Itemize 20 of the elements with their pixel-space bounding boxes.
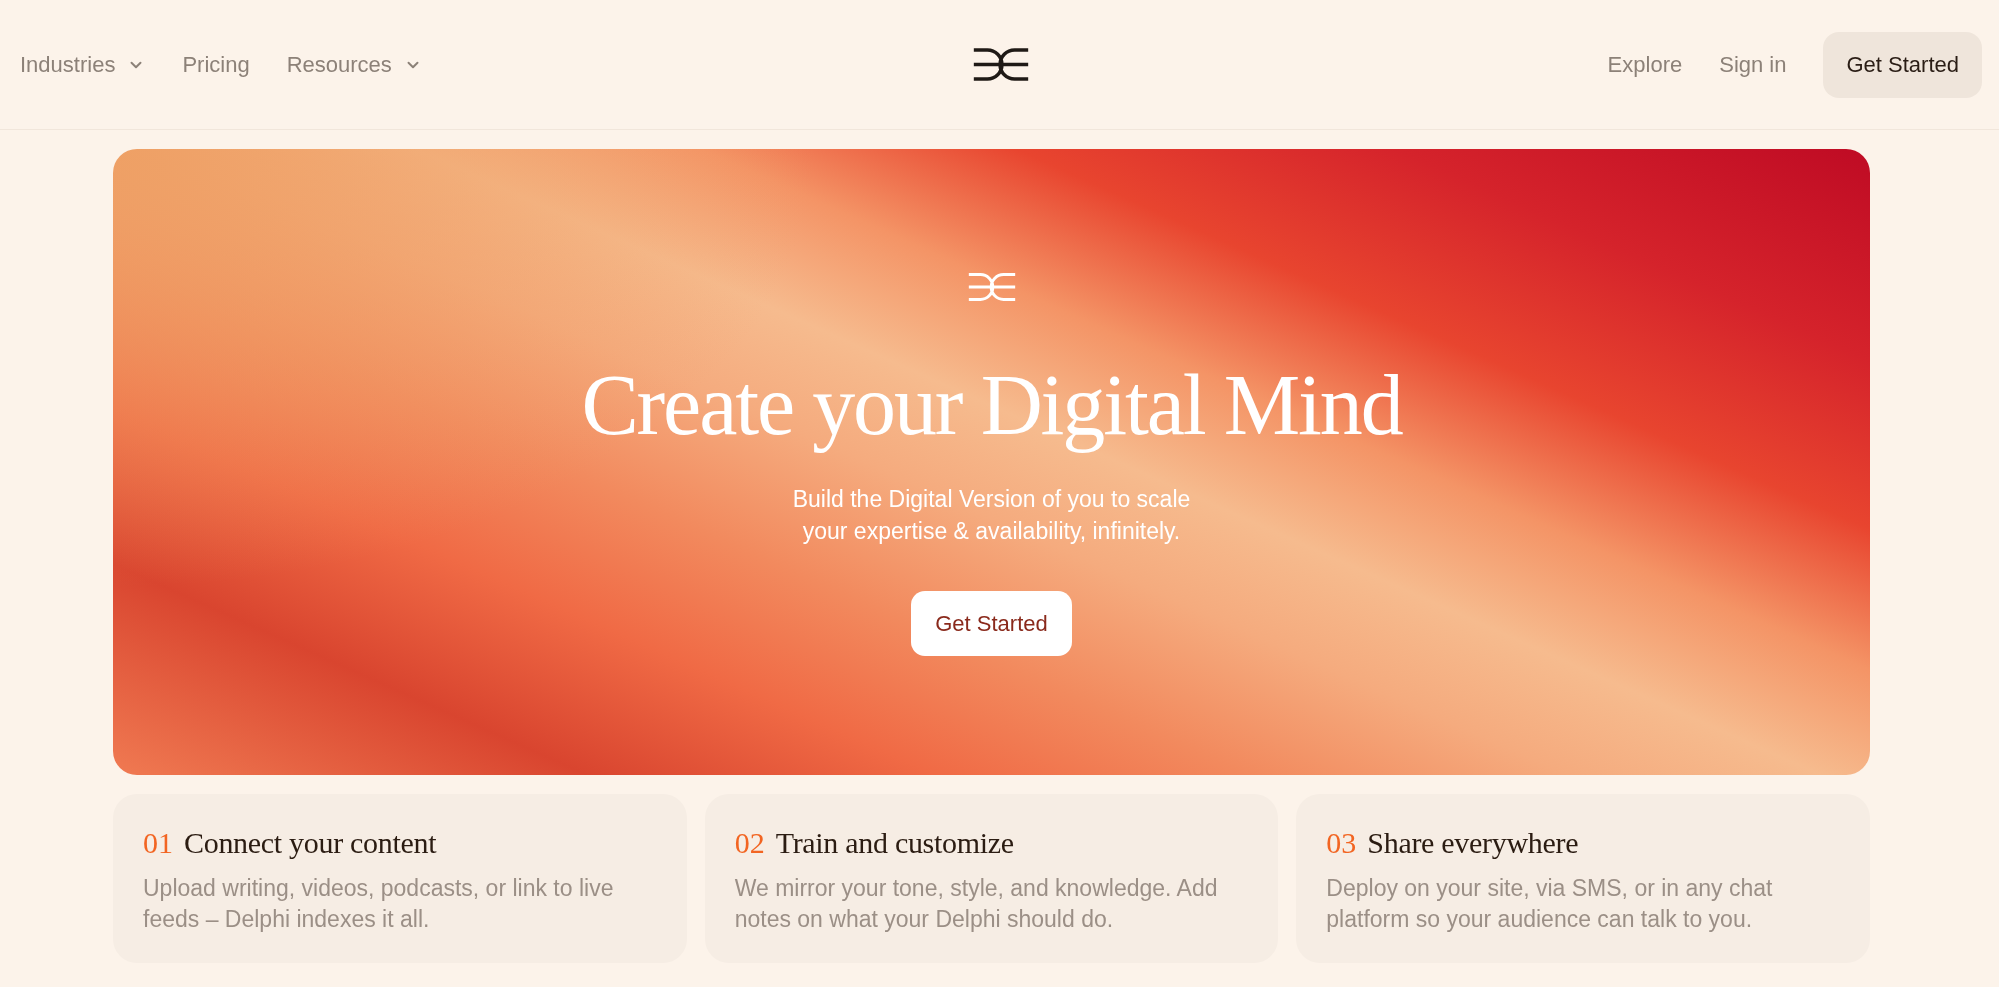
step-number: 01 xyxy=(143,825,173,861)
step-number: 03 xyxy=(1326,825,1357,861)
nav-dropdown[interactable]: Resources xyxy=(286,48,422,81)
step-description: Deploy on your site, via SMS, or in any chat platform so your audience can talk to you. xyxy=(1326,874,1774,934)
step-description: Upload writing, videos, podcasts, or link to live feeds – Delphi indexes it all. xyxy=(143,874,615,934)
nav-link[interactable]: Pricing xyxy=(182,48,250,81)
logo-icon xyxy=(972,48,1030,81)
step-number: 02 xyxy=(734,825,765,861)
step-title: Connect your content xyxy=(184,825,437,861)
step-title: Share everywhere xyxy=(1367,825,1579,861)
hero-title: Create your Digital Mind xyxy=(581,358,1402,453)
nav-link[interactable]: Explore xyxy=(1607,48,1683,81)
get-started-button[interactable]: Get Started xyxy=(911,590,1072,656)
logo-icon xyxy=(967,271,1016,303)
step-title: Train and customize xyxy=(775,825,1014,861)
step-description: We mirror your tone, style, and knowledge. Add notes on what your Delphi should do. xyxy=(734,874,1219,934)
hero-subtitle: Build the Digital Version of you to scale your expertise & availability, infinitely. xyxy=(791,484,1192,546)
nav-link[interactable]: Sign in xyxy=(1719,48,1787,81)
get-started-button[interactable]: Get Started xyxy=(1823,31,1982,98)
nav-dropdown[interactable]: Industries xyxy=(20,48,146,81)
